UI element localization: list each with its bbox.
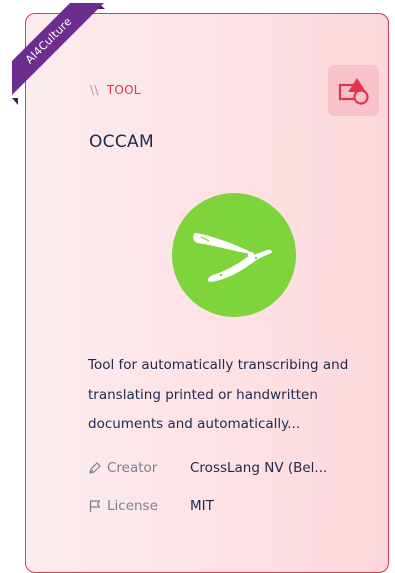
type-row: \\ TOOL <box>90 83 141 97</box>
razor-icon <box>193 233 272 282</box>
tool-type-badge <box>328 65 379 116</box>
creator-label: Creator <box>107 460 158 476</box>
license-label: License <box>107 498 158 514</box>
ribbon-fold-bottom <box>12 98 18 105</box>
tool-card[interactable]: \\ TOOL OCCAM Tool for automatically tra… <box>25 13 389 573</box>
creator-key: Creator <box>88 460 190 476</box>
pen-icon <box>89 462 101 474</box>
creator-value: CrossLang NV (Bel... <box>190 460 328 476</box>
tool-description: Tool for automatically transcribing and … <box>88 357 349 432</box>
tool-title[interactable]: OCCAM <box>89 132 154 152</box>
flag-icon <box>89 500 101 512</box>
type-label: TOOL <box>106 83 141 97</box>
creator-row: Creator CrossLang NV (Bel... <box>88 460 327 476</box>
shapes-icon <box>338 77 369 105</box>
license-key: License <box>88 498 190 514</box>
license-row: License MIT <box>88 498 214 514</box>
tool-logo <box>172 193 296 317</box>
type-prefix: \\ <box>90 83 99 97</box>
license-value: MIT <box>190 498 214 514</box>
ribbon-fold-right <box>98 3 105 9</box>
